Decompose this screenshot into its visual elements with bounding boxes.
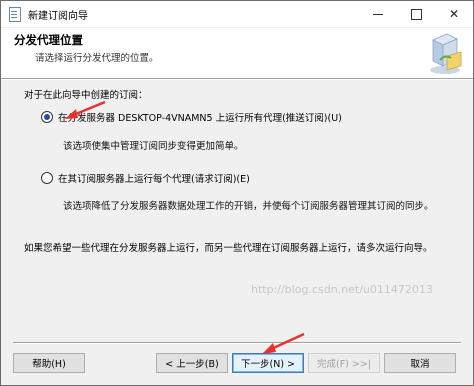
wizard-window: 新建订阅向导 ✕ 分发代理位置 请选择运行分发代理的位置。 对于在此向导中创建的… — [0, 0, 474, 386]
option-push-description: 该选项使集中管理订阅同步变得更加简单。 — [63, 141, 244, 152]
maximize-icon — [410, 8, 422, 20]
option-pull-description: 该选项降低了分发服务器数据处理工作的开销，并使每个订阅服务器管理其订阅的同步。 — [63, 201, 434, 212]
cancel-button[interactable]: 取消 — [384, 353, 456, 373]
title-bar[interactable]: 新建订阅向导 ✕ — [1, 1, 473, 27]
window-title: 新建订阅向导 — [28, 10, 88, 22]
help-button[interactable]: 帮助(H) — [13, 353, 85, 373]
window-controls: ✕ — [359, 1, 473, 27]
back-button[interactable]: < 上一步(B) — [156, 353, 228, 373]
annotation-arrow-icon — [262, 332, 305, 354]
close-button[interactable]: ✕ — [435, 1, 473, 27]
option-pull-subscription[interactable]: 在其订阅服务器上运行每个代理(请求订阅)(E) — [41, 171, 250, 185]
radio-pull[interactable] — [41, 172, 53, 184]
page-title: 分发代理位置 — [14, 33, 83, 47]
watermark: http://blog.csdn.net/u011472013 — [251, 283, 433, 296]
close-icon: ✕ — [448, 7, 460, 21]
wizard-graphic-icon — [430, 33, 462, 74]
wizard-header: 分发代理位置 请选择运行分发代理的位置。 — [1, 28, 473, 78]
option-pull-label: 在其订阅服务器上运行每个代理(请求订阅)(E) — [58, 174, 250, 185]
minimize-icon — [373, 13, 383, 15]
wizard-app-icon — [8, 7, 22, 22]
annotation-arrow-icon — [65, 100, 106, 119]
minimize-button[interactable] — [359, 1, 397, 27]
multi-run-note: 如果您希望一些代理在分发服务器上运行，而另一些代理在订阅服务器上运行，请多次运行… — [24, 243, 433, 254]
finish-button[interactable]: 完成(F) >>| — [308, 353, 380, 373]
page-subtitle: 请选择运行分发代理的位置。 — [35, 53, 159, 64]
radio-push[interactable] — [41, 111, 53, 123]
maximize-button[interactable] — [397, 1, 435, 27]
